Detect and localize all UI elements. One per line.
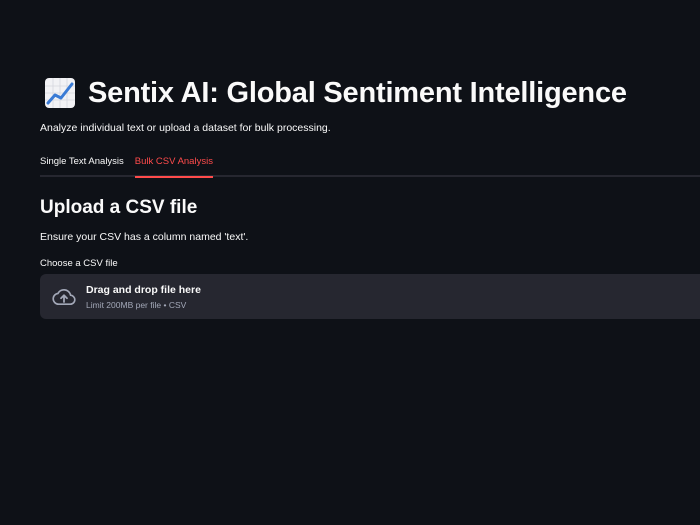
tab-bulk-csv-analysis[interactable]: Bulk CSV Analysis — [134, 155, 214, 178]
dropzone-text: Drag and drop file here Limit 200MB per … — [86, 284, 201, 310]
main-content: Sentix AI: Global Sentiment Intelligence… — [40, 72, 700, 319]
dropzone-limit-text: Limit 200MB per file • CSV — [86, 299, 187, 310]
chart-increasing-icon — [44, 77, 76, 109]
page-header: Sentix AI: Global Sentiment Intelligence — [40, 72, 700, 114]
section-heading: Upload a CSV file — [40, 197, 198, 218]
tab-single-text-analysis[interactable]: Single Text Analysis — [40, 155, 124, 175]
dropzone-instruction: Drag and drop file here — [86, 283, 201, 296]
file-dropzone[interactable]: Drag and drop file here Limit 200MB per … — [40, 274, 700, 319]
page-title: Sentix AI: Global Sentiment Intelligence — [88, 76, 627, 109]
cloud-upload-icon — [52, 285, 76, 309]
file-uploader-label: Choose a CSV file — [40, 258, 118, 269]
tab-bar: Single Text Analysis Bulk CSV Analysis — [40, 155, 700, 178]
page-subtitle: Analyze individual text or upload a data… — [40, 122, 331, 134]
csv-instruction-text: Ensure your CSV has a column named 'text… — [40, 231, 249, 243]
app-root: Sentix AI: Global Sentiment Intelligence… — [0, 0, 700, 525]
